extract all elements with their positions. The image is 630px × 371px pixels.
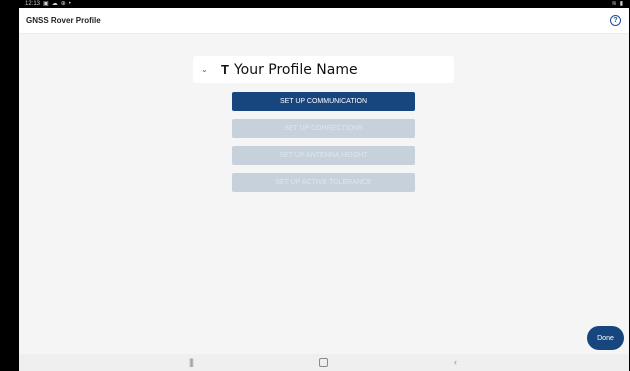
cloud-icon: ☁ bbox=[51, 1, 58, 7]
setup-communication-button[interactable]: SET UP COMMUNICATION bbox=[232, 92, 415, 111]
device-screen: 12:13 ▣ ☁ ⊕ • ≋ ▮ GNSS Rover Profile ? ⌄… bbox=[19, 0, 629, 371]
page-title: GNSS Rover Profile bbox=[26, 16, 101, 25]
help-circle-icon[interactable]: ? bbox=[610, 15, 621, 26]
location-icon: ⊕ bbox=[60, 1, 66, 7]
battery-icon: ▮ bbox=[619, 1, 623, 7]
profile-name: Your Profile Name bbox=[233, 61, 358, 78]
chevron-down-icon[interactable]: ⌄ bbox=[201, 65, 213, 74]
back-icon[interactable]: ‹ bbox=[454, 356, 457, 369]
rover-pole-icon: T bbox=[221, 62, 229, 77]
profile-name-dropdown[interactable]: ⌄ T Your Profile Name bbox=[193, 56, 454, 83]
app-bar: GNSS Rover Profile ? bbox=[19, 8, 629, 34]
wifi-icon: ≋ bbox=[611, 1, 617, 7]
status-right: ≋ ▮ bbox=[612, 0, 623, 8]
status-time: 12:13 bbox=[25, 1, 41, 7]
recents-icon[interactable]: ||| bbox=[189, 356, 194, 369]
image-icon: ▣ bbox=[43, 1, 49, 7]
status-left: 12:13 ▣ ☁ ⊕ • bbox=[25, 0, 71, 8]
done-button[interactable]: Done bbox=[587, 326, 624, 350]
setup-corrections-button: SET UP CORRECTIONS bbox=[232, 119, 415, 138]
setup-active-tolerance-button: SET UP ACTIVE TOLERANCE bbox=[232, 173, 415, 192]
dot-icon: • bbox=[68, 1, 71, 7]
home-icon[interactable] bbox=[319, 358, 328, 367]
setup-antenna-height-button: SET UP ANTENNA HEIGHT bbox=[232, 146, 415, 165]
status-bar: 12:13 ▣ ☁ ⊕ • ≋ ▮ bbox=[19, 0, 629, 8]
system-nav-bar: ||| ‹ bbox=[19, 354, 629, 371]
